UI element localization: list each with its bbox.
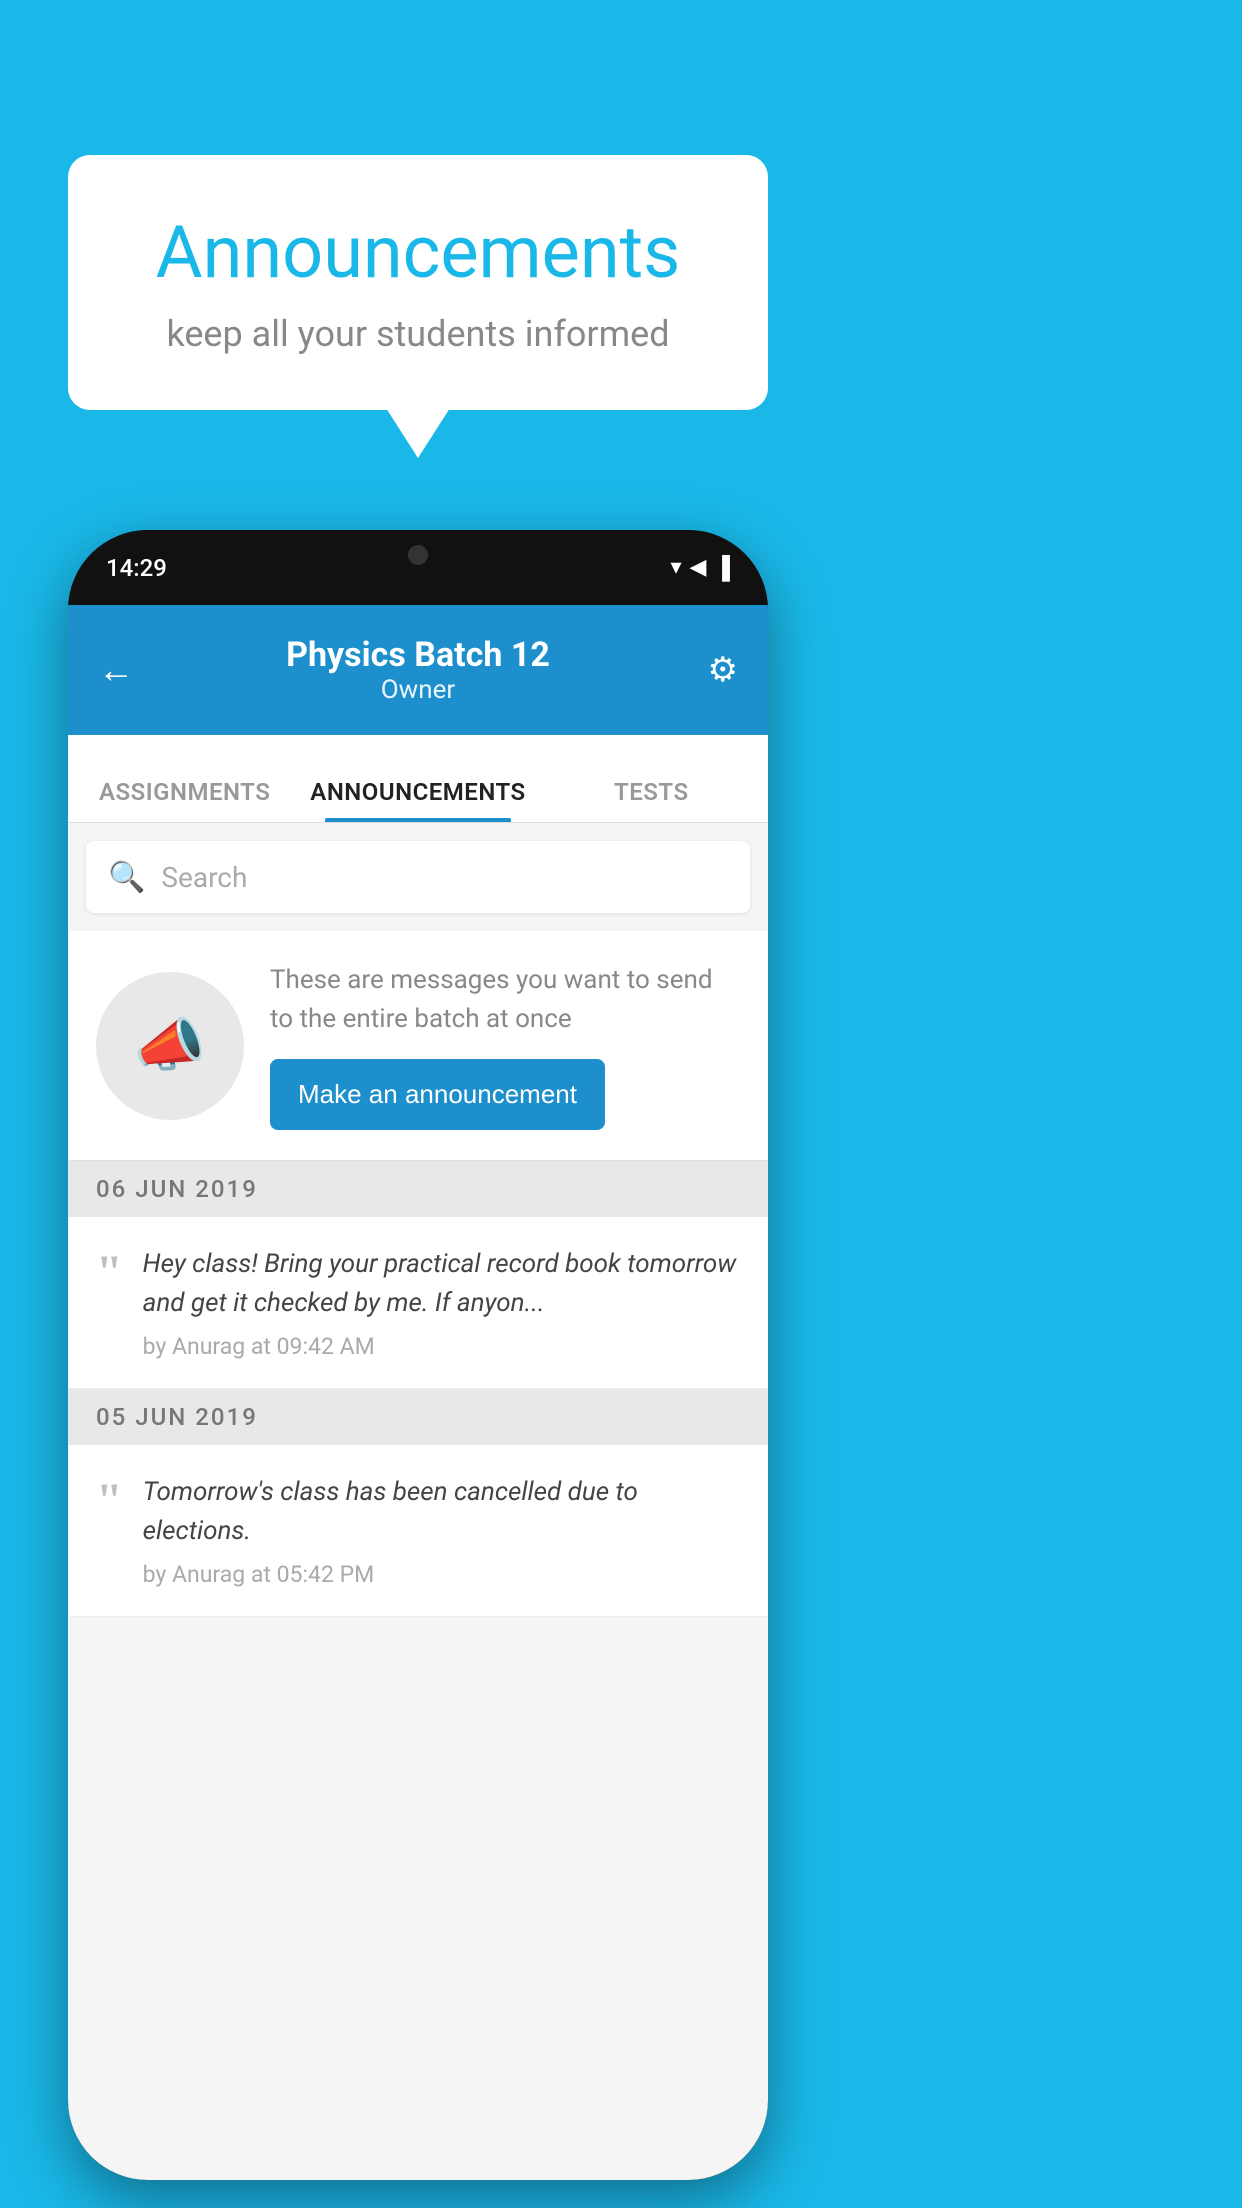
quote-icon-2: " — [96, 1477, 123, 1525]
make-announcement-button[interactable]: Make an announcement — [270, 1059, 605, 1130]
settings-button[interactable]: ⚙ — [708, 650, 738, 690]
battery-icon: ▐ — [714, 555, 730, 581]
announcement-content-2: Tomorrow's class has been cancelled due … — [143, 1473, 740, 1588]
header-subtitle: Owner — [286, 675, 550, 705]
search-placeholder: Search — [161, 861, 247, 894]
promo-right: These are messages you want to send to t… — [270, 961, 740, 1130]
speech-bubble-container: Announcements keep all your students inf… — [68, 155, 768, 410]
back-button[interactable]: ← — [98, 649, 134, 691]
announcement-item-1: " Hey class! Bring your practical record… — [68, 1217, 768, 1389]
status-bar: 14:29 ▾ ◀ ▐ — [68, 530, 768, 605]
announcement-text-2: Tomorrow's class has been cancelled due … — [143, 1473, 740, 1551]
signal-icon: ◀ — [689, 555, 706, 580]
search-icon: 🔍 — [108, 860, 145, 895]
promo-card: 📣 These are messages you want to send to… — [68, 931, 768, 1161]
bubble-subtitle: keep all your students informed — [128, 313, 708, 355]
camera — [408, 545, 428, 565]
announcement-author-1: by Anurag at 09:42 AM — [143, 1333, 740, 1360]
notch — [338, 530, 498, 580]
tab-assignments[interactable]: ASSIGNMENTS — [68, 778, 301, 822]
tab-tests[interactable]: TESTS — [535, 778, 768, 822]
phone-frame: 14:29 ▾ ◀ ▐ ← Physics Batch 12 Owner ⚙ A… — [68, 530, 768, 2180]
announcement-content-1: Hey class! Bring your practical record b… — [143, 1245, 740, 1360]
tab-announcements[interactable]: ANNOUNCEMENTS — [301, 778, 534, 822]
promo-description: These are messages you want to send to t… — [270, 961, 740, 1039]
announcement-text-1: Hey class! Bring your practical record b… — [143, 1245, 740, 1323]
header-title: Physics Batch 12 — [286, 635, 550, 675]
promo-icon-circle: 📣 — [96, 972, 244, 1120]
speech-bubble: Announcements keep all your students inf… — [68, 155, 768, 410]
quote-icon: " — [96, 1249, 123, 1297]
search-bar[interactable]: 🔍 Search — [86, 841, 750, 913]
announcement-item-2: " Tomorrow's class has been cancelled du… — [68, 1445, 768, 1617]
status-time: 14:29 — [106, 554, 167, 582]
date-separator-1: 06 JUN 2019 — [68, 1161, 768, 1217]
header-title-group: Physics Batch 12 Owner — [286, 635, 550, 705]
app-header: ← Physics Batch 12 Owner ⚙ — [68, 605, 768, 735]
bubble-title: Announcements — [128, 210, 708, 295]
megaphone-icon: 📣 — [134, 1012, 206, 1080]
announcement-author-2: by Anurag at 05:42 PM — [143, 1561, 740, 1588]
tabs-bar: ASSIGNMENTS ANNOUNCEMENTS TESTS — [68, 735, 768, 823]
wifi-icon: ▾ — [670, 555, 681, 580]
status-icons: ▾ ◀ ▐ — [670, 555, 730, 581]
date-separator-2: 05 JUN 2019 — [68, 1389, 768, 1445]
content-area: 🔍 Search 📣 These are messages you want t… — [68, 823, 768, 2180]
